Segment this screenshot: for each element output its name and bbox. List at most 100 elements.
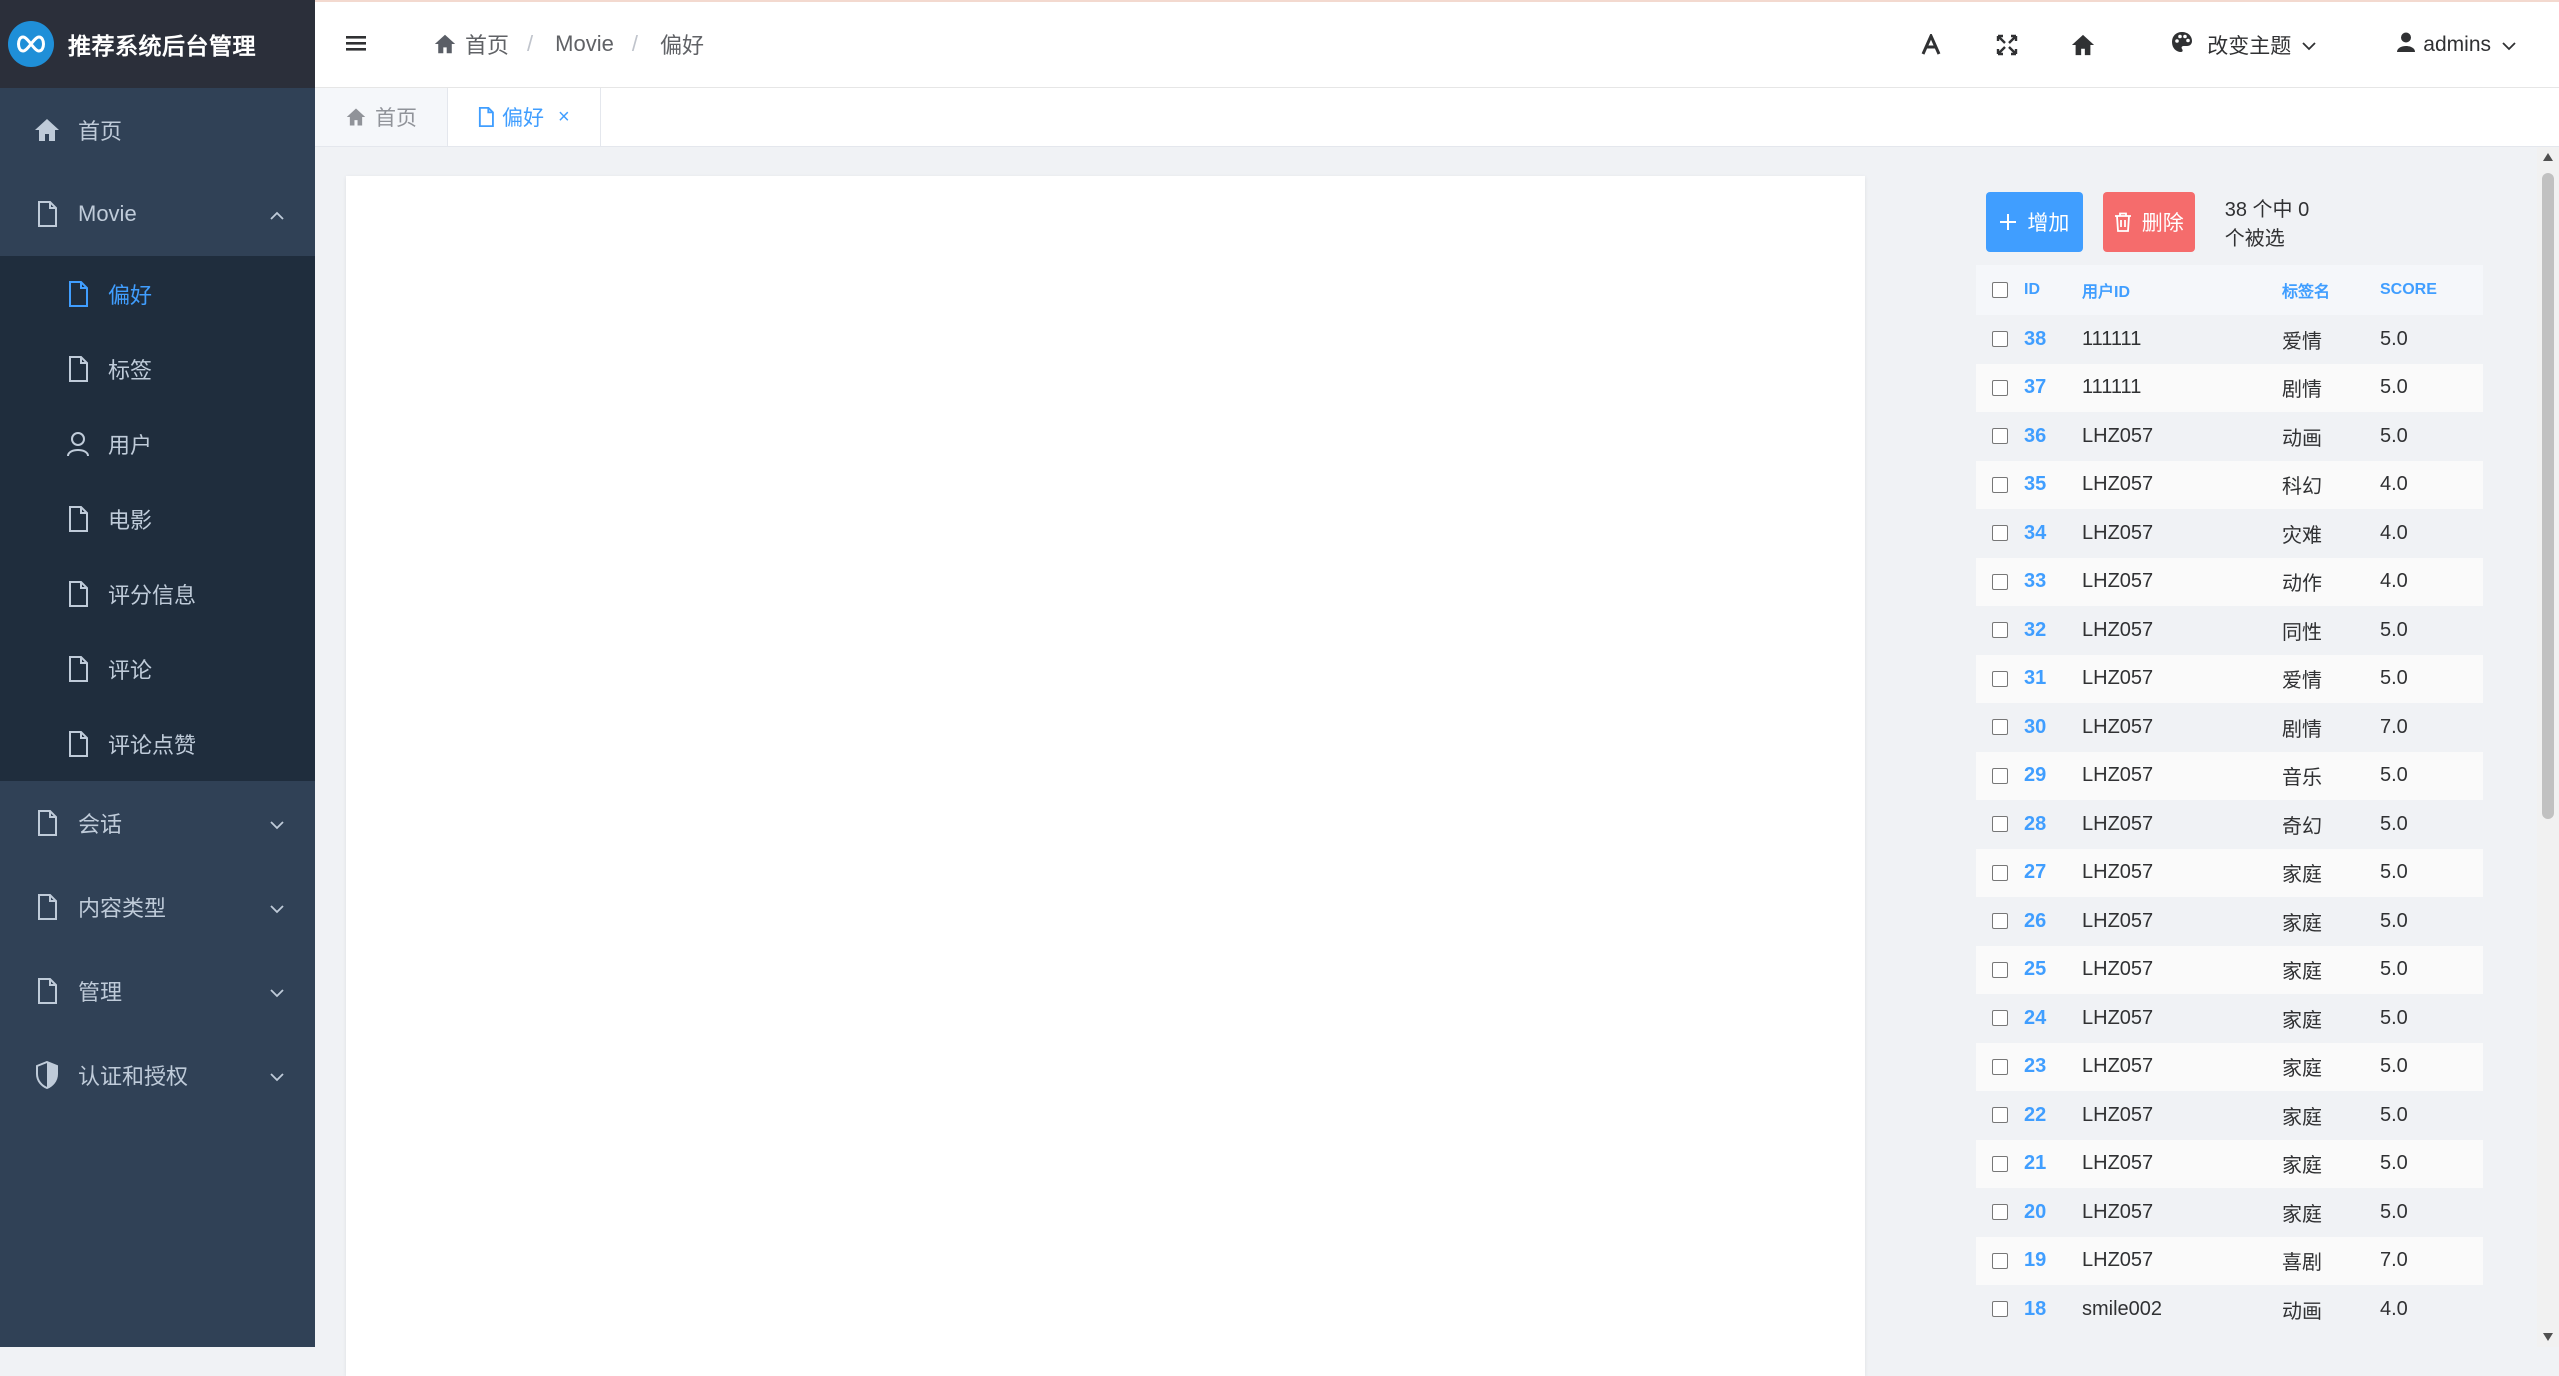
row-checkbox[interactable]	[1976, 1058, 2024, 1075]
sidebar-item-movie-list[interactable]: 电影	[0, 481, 315, 556]
row-checkbox[interactable]	[1976, 331, 2024, 348]
delete-button[interactable]: 删除	[2102, 192, 2195, 252]
add-button[interactable]: 增加	[1986, 192, 2083, 252]
scroll-down-arrow-icon[interactable]	[2542, 1331, 2554, 1343]
scroll-up-arrow-icon[interactable]	[2542, 151, 2554, 163]
row-checkbox[interactable]	[1976, 476, 2024, 493]
row-id-link[interactable]: 20	[2024, 1201, 2082, 1224]
theme-dropdown[interactable]: 改变主题	[2171, 30, 2317, 60]
row-checkbox[interactable]	[1976, 816, 2024, 833]
table-row: 28 LHZ057 奇幻 5.0	[1976, 800, 2483, 849]
sidebar-item-comment-like[interactable]: 评论点赞	[0, 706, 315, 781]
table-row: 26 LHZ057 家庭 5.0	[1976, 897, 2483, 946]
column-header-tag[interactable]: 标签名	[2282, 278, 2380, 302]
breadcrumb-movie[interactable]: Movie	[555, 31, 614, 57]
sidebar-item-label: 认证和授权	[78, 1064, 189, 1089]
row-id-link[interactable]: 37	[2024, 376, 2082, 399]
row-score: 5.0	[2380, 424, 2408, 447]
table-row: 34 LHZ057 灾难 4.0	[1976, 509, 2483, 558]
row-id-link[interactable]: 21	[2024, 1152, 2082, 1175]
row-id-link[interactable]: 22	[2024, 1104, 2082, 1127]
column-header-user-id[interactable]: 用户ID	[2082, 278, 2282, 302]
row-checkbox[interactable]	[1976, 525, 2024, 542]
sidebar-item-home[interactable]: 首页	[0, 88, 315, 172]
sidebar-item-preference[interactable]: 偏好	[0, 256, 315, 331]
row-id-link[interactable]: 25	[2024, 958, 2082, 981]
row-id-link[interactable]: 33	[2024, 570, 2082, 593]
user-dropdown[interactable]: admins	[2397, 32, 2517, 58]
breadcrumb-home[interactable]: 首页	[433, 28, 509, 60]
breadcrumb-current: 偏好	[659, 33, 704, 58]
row-checkbox[interactable]	[1976, 1155, 2024, 1172]
row-checkbox[interactable]	[1976, 864, 2024, 881]
tab-home[interactable]: 首页	[315, 88, 448, 146]
row-id-link[interactable]: 35	[2024, 473, 2082, 496]
sidebar-item-label: Movie	[78, 201, 137, 226]
row-id-link[interactable]: 27	[2024, 861, 2082, 884]
sidebar-item-user[interactable]: 用户	[0, 406, 315, 481]
row-checkbox[interactable]	[1976, 1252, 2024, 1269]
row-checkbox[interactable]	[1976, 1107, 2024, 1124]
row-user-id: LHZ057	[2082, 1006, 2154, 1029]
page-scrollbar[interactable]	[2537, 147, 2559, 1347]
row-user-id: LHZ057	[2082, 424, 2154, 447]
table-row: 35 LHZ057 科幻 4.0	[1976, 460, 2483, 509]
sidebar-logo[interactable]: 推荐系统后台管理	[0, 0, 315, 88]
row-user-id: LHZ057	[2082, 715, 2154, 738]
hamburger-icon[interactable]	[345, 32, 371, 58]
sidebar-item-label: 评论	[108, 657, 153, 683]
row-checkbox[interactable]	[1976, 1010, 2024, 1027]
row-id-link[interactable]: 34	[2024, 522, 2082, 545]
row-id-link[interactable]: 32	[2024, 619, 2082, 642]
row-tag-name: 家庭	[2282, 864, 2322, 887]
sidebar-item-movie[interactable]: Movie	[0, 172, 315, 256]
row-id-link[interactable]: 19	[2024, 1249, 2082, 1272]
row-id-link[interactable]: 31	[2024, 667, 2082, 690]
sidebar-item-rating[interactable]: 评分信息	[0, 556, 315, 631]
column-header-id[interactable]: ID	[2024, 281, 2082, 299]
row-checkbox[interactable]	[1976, 767, 2024, 784]
row-checkbox[interactable]	[1976, 622, 2024, 639]
row-id-link[interactable]: 29	[2024, 764, 2082, 787]
sidebar-item-auth[interactable]: 认证和授权	[0, 1033, 315, 1117]
table-row: 20 LHZ057 家庭 5.0	[1976, 1188, 2483, 1237]
row-user-id: LHZ057	[2082, 1200, 2154, 1223]
row-checkbox[interactable]	[1976, 573, 2024, 590]
sidebar-item-tag[interactable]: 标签	[0, 331, 315, 406]
row-checkbox[interactable]	[1976, 913, 2024, 930]
row-tag-name: 音乐	[2282, 767, 2322, 790]
row-id-link[interactable]: 23	[2024, 1055, 2082, 1078]
row-user-id: 111111	[2082, 327, 2142, 350]
sidebar-item-session[interactable]: 会话	[0, 781, 315, 865]
infinity-logo-icon	[8, 21, 54, 67]
sidebar-item-content-type[interactable]: 内容类型	[0, 865, 315, 949]
font-size-icon[interactable]	[1916, 30, 1946, 60]
column-header-score[interactable]: SCORE	[2380, 281, 2480, 299]
sidebar-item-manage[interactable]: 管理	[0, 949, 315, 1033]
row-checkbox[interactable]	[1976, 1301, 2024, 1318]
row-checkbox[interactable]	[1976, 670, 2024, 687]
shield-icon	[32, 1060, 62, 1090]
row-id-link[interactable]: 26	[2024, 910, 2082, 933]
tab-preference[interactable]: 偏好 ×	[448, 88, 601, 146]
row-checkbox[interactable]	[1976, 428, 2024, 445]
row-id-link[interactable]: 24	[2024, 1007, 2082, 1030]
fullscreen-icon[interactable]	[1992, 30, 2022, 60]
close-icon[interactable]: ×	[558, 106, 570, 129]
scrollbar-thumb[interactable]	[2542, 173, 2554, 819]
row-id-link[interactable]: 36	[2024, 425, 2082, 448]
row-checkbox[interactable]	[1976, 961, 2024, 978]
select-all-checkbox[interactable]	[1976, 282, 2024, 298]
row-checkbox[interactable]	[1976, 1204, 2024, 1221]
chevron-down-icon	[269, 894, 285, 920]
row-id-link[interactable]: 18	[2024, 1298, 2082, 1321]
row-user-id: LHZ057	[2082, 667, 2154, 690]
row-id-link[interactable]: 28	[2024, 813, 2082, 836]
row-id-link[interactable]: 30	[2024, 716, 2082, 739]
row-checkbox[interactable]	[1976, 719, 2024, 736]
row-score: 5.0	[2380, 909, 2408, 932]
row-id-link[interactable]: 38	[2024, 328, 2082, 351]
row-checkbox[interactable]	[1976, 379, 2024, 396]
home-icon[interactable]	[2068, 30, 2098, 60]
sidebar-item-comment[interactable]: 评论	[0, 631, 315, 706]
